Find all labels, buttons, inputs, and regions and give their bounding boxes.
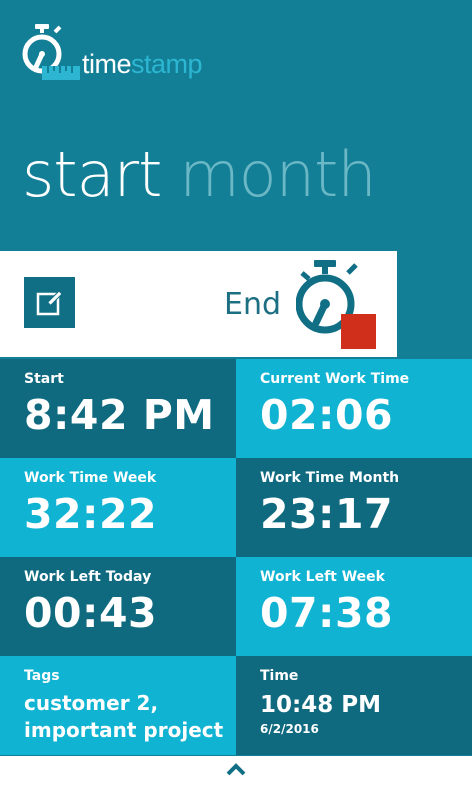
chevron-up-icon[interactable] [225, 761, 247, 777]
current-date: 6/2/2016 [260, 722, 319, 736]
tile-work-left-week[interactable]: Work Left Week 07:38 [236, 557, 472, 656]
tags-line-2: important project [24, 718, 224, 742]
bottom-app-bar [0, 756, 472, 787]
end-label[interactable]: End [224, 287, 281, 322]
app-window: timestamp startmonth End Start 8:42 PM [0, 0, 472, 787]
tile-value: 23:17 [260, 490, 394, 538]
tile-value: 32:22 [24, 490, 158, 538]
tile-work-time-month[interactable]: Work Time Month 23:17 [236, 458, 472, 557]
tags-line-1: customer 2, [24, 691, 159, 715]
tile-tags[interactable]: Tags customer 2, important project [0, 656, 236, 755]
tile-value: 07:38 [260, 589, 394, 637]
tile-label: Start [24, 371, 64, 387]
edit-icon [36, 289, 63, 315]
app-title: timestamp [82, 49, 203, 80]
tile-time[interactable]: Time 10:48 PM 6/2/2016 [236, 656, 472, 755]
tile-value: 02:06 [260, 391, 394, 439]
pivot-item-month[interactable]: month [179, 138, 376, 211]
action-bar: End [0, 251, 397, 357]
pivot-header: start month [22, 138, 377, 211]
tile-value: 00:43 [24, 589, 158, 637]
pivot-item-start[interactable]: start [22, 138, 162, 211]
tile-start[interactable]: Start 8:42 PM [0, 359, 236, 458]
tile-label: Work Time Month [260, 470, 400, 486]
logo-text-stamp: stamp [131, 49, 203, 79]
current-time: 10:48 PM [260, 692, 381, 718]
tile-value: 8:42 PM [24, 391, 215, 439]
stopwatch-stop-icon[interactable] [296, 257, 380, 351]
tile-label: Work Time Week [24, 470, 157, 486]
tile-label: Work Left Week [260, 569, 385, 585]
tile-work-time-week[interactable]: Work Time Week 32:22 [0, 458, 236, 557]
tile-label: Tags [24, 668, 60, 684]
edit-button[interactable] [24, 277, 75, 328]
tile-label: Time [260, 668, 299, 684]
tile-label: Work Left Today [24, 569, 152, 585]
tile-work-left-today[interactable]: Work Left Today 00:43 [0, 557, 236, 656]
tile-current-work-time[interactable]: Current Work Time 02:06 [236, 359, 472, 458]
logo-text-time: time [82, 49, 132, 79]
tile-label: Current Work Time [260, 371, 410, 387]
stopwatch-ruler-icon [22, 24, 80, 80]
